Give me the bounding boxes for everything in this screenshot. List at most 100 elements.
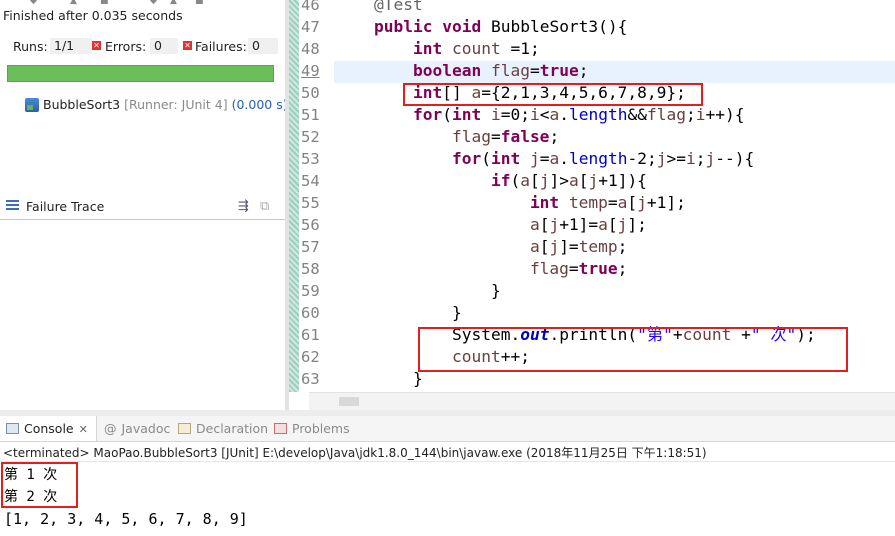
code-token: true [539, 61, 579, 80]
code-token: = [539, 149, 550, 168]
code-token: j [588, 171, 599, 190]
line-number: 53 [301, 150, 320, 168]
code-token: j [705, 149, 716, 168]
code-line: int count =1; [374, 38, 894, 60]
test-name: BubbleSort3 [43, 97, 121, 112]
code-line: public void BubbleSort3(){ [374, 16, 894, 38]
test-tree-item[interactable]: BubbleSort3 [Runner: JUnit 4] (0.000 s) [25, 97, 288, 112]
code-token: } [451, 303, 462, 322]
code-token: j [549, 215, 560, 234]
tab-problems[interactable]: Problems [274, 416, 350, 441]
code-token: ( [442, 105, 452, 124]
tab-console[interactable]: Console ✕ [0, 416, 97, 441]
problems-icon [274, 423, 287, 434]
code-line: @Test [374, 0, 894, 16]
code-token: length [568, 105, 628, 124]
toolbar-icon[interactable]: ■ [195, 0, 204, 6]
run-counts: Runs: 1/1 ✕ Errors: 0 ✕ Failures: 0 [0, 38, 285, 56]
line-number: 58 [301, 260, 320, 278]
code-token: } [490, 281, 501, 300]
line-number: 52 [301, 128, 320, 146]
code-token: a [520, 171, 530, 190]
annotation-box-println [418, 327, 848, 372]
code-token: a [568, 171, 579, 190]
terminated-status: <terminated> MaoPao.BubbleSort3 [JUnit] … [3, 446, 707, 460]
line-number: 51 [301, 106, 320, 124]
horizontal-scrollbar[interactable] [309, 392, 895, 411]
code-token: for [412, 105, 443, 124]
failures-label: Failures: [195, 39, 247, 54]
code-token: boolean [412, 61, 482, 80]
code-token: +1]; [646, 193, 686, 212]
failures-value: 0 [248, 38, 278, 54]
tab-label: Javadoc [121, 421, 171, 436]
code-token: int [412, 39, 443, 58]
code-token: a [598, 215, 608, 234]
errors-value: 0 [150, 38, 178, 54]
compare-results-icon[interactable]: ⧉ [260, 199, 269, 214]
scrollbar-thumb[interactable] [339, 397, 359, 406]
code-token: ]= [559, 237, 579, 256]
code-token: j [617, 215, 628, 234]
code-token: a [529, 215, 540, 234]
divider [0, 461, 895, 462]
code-token: . [559, 149, 569, 168]
code-line: flag=false; [374, 126, 894, 148]
code-token: length [568, 149, 628, 168]
code-token: ; [617, 259, 628, 278]
test-class-icon [25, 98, 39, 112]
code-token: a [617, 193, 628, 212]
code-token: void [442, 17, 482, 36]
code-token: if [490, 171, 511, 190]
filter-stack-icon[interactable]: ⇶ [238, 199, 249, 214]
line-number: 56 [301, 216, 320, 234]
line-number: 55 [301, 194, 320, 212]
code-token: = [607, 193, 618, 212]
code-token: [ [578, 171, 589, 190]
line-number: 63 [301, 370, 320, 388]
line-number: 50 [301, 84, 320, 102]
line-number: 54 [301, 172, 320, 190]
console-output[interactable]: 第 1 次 第 2 次 [1, 2, 3, 4, 5, 6, 7, 8, 9] [4, 464, 248, 530]
code-token: flag [451, 127, 491, 146]
code-token: for [451, 149, 482, 168]
test-time: (0.000 s) [231, 97, 288, 112]
code-line: a[j]=temp; [374, 236, 894, 258]
close-icon[interactable]: ✕ [79, 423, 88, 436]
code-token: [ [539, 215, 550, 234]
toolbar-icon[interactable]: ■ [100, 0, 109, 6]
console-tab-bar: Console ✕ @ Javadoc Declaration Problems [0, 416, 895, 442]
line-number: 48 [301, 40, 320, 58]
line-number: 59 [301, 282, 320, 300]
code-token: +1]= [559, 215, 599, 234]
code-token: -2; [627, 149, 657, 168]
toolbar-icon[interactable]: ◆ [150, 0, 157, 6]
runs-label: Runs: [13, 39, 48, 54]
line-number: 61 [301, 326, 320, 344]
code-token: ; [685, 105, 696, 124]
code-token: @Test [374, 0, 423, 14]
tab-label: Declaration [196, 421, 269, 436]
code-token: +1]){ [598, 171, 647, 190]
code-token: ]> [549, 171, 569, 190]
code-line: boolean flag=true; [374, 60, 894, 82]
code-token: [ [539, 237, 550, 256]
tab-declaration[interactable]: Declaration [178, 416, 268, 441]
output-line: 第 2 次 [4, 489, 58, 505]
runs-value: 1/1 [50, 38, 92, 54]
code-token: i [695, 105, 706, 124]
toolbar-icon[interactable]: ▲ [170, 0, 177, 6]
code-line: if(a[j]>a[j+1]){ [374, 170, 894, 192]
tab-javadoc[interactable]: @ Javadoc [104, 416, 170, 441]
declaration-icon [178, 423, 191, 434]
code-token: . [559, 105, 569, 124]
toolbar-icon[interactable]: ▲ [70, 0, 77, 6]
code-token: int [529, 193, 560, 212]
code-token: a [549, 149, 560, 168]
toolbar-icon[interactable]: ◆ [30, 0, 37, 6]
code-token: ; [578, 61, 589, 80]
code-token: true [578, 259, 618, 278]
code-line: for(int j=a.length-2;j>=i;j--){ [374, 148, 894, 170]
line-number: 49 [301, 62, 320, 80]
output-line: 第 1 次 [4, 467, 58, 483]
